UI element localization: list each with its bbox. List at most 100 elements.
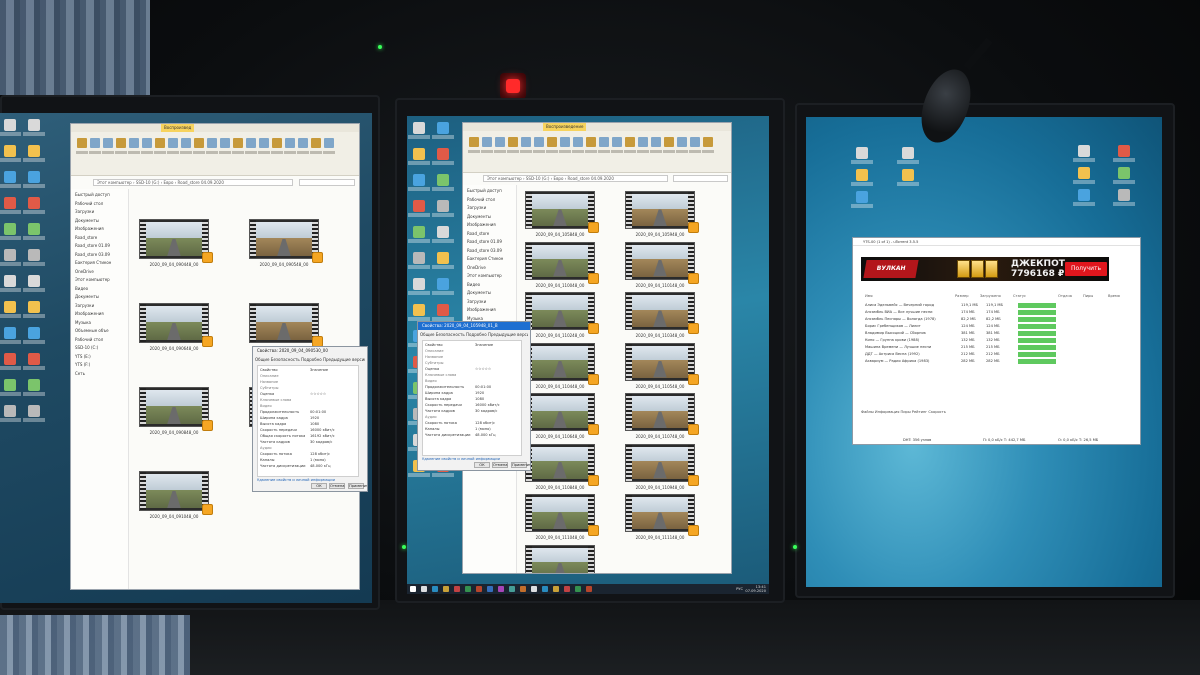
video-thumbnail[interactable]	[625, 443, 699, 486]
nav-item[interactable]: Сеть	[75, 371, 85, 376]
ribbon-button-icon[interactable]	[142, 138, 152, 148]
ribbon-button-icon[interactable]	[272, 138, 282, 148]
desktop-shortcut-icon[interactable]	[856, 191, 868, 203]
ribbon-button-icon[interactable]	[298, 138, 308, 148]
nav-item[interactable]: Загрузки	[75, 303, 94, 308]
nav-item[interactable]: Изображения	[467, 307, 496, 312]
video-thumbnail[interactable]	[625, 241, 699, 284]
nav-item[interactable]: YTS (E:)	[75, 354, 91, 359]
video-thumbnail[interactable]	[139, 471, 213, 515]
ribbon-button-icon[interactable]	[311, 138, 321, 148]
taskbar-app-icon[interactable]	[443, 586, 449, 592]
video-thumbnail[interactable]	[625, 494, 699, 536]
desktop-shortcut-icon[interactable]	[413, 148, 425, 160]
nav-item[interactable]: Загрузки	[75, 209, 94, 214]
torrent-row[interactable]: Борис Гребенщиков — Лилит 124 МБ 124 МБ	[861, 323, 1136, 330]
nav-item[interactable]: Документы	[467, 214, 491, 219]
desktop-shortcut-icon[interactable]	[437, 252, 449, 264]
desktop-shortcut-icon[interactable]	[4, 379, 16, 391]
desktop-shortcut-icon[interactable]	[1118, 145, 1130, 157]
desktop-shortcut-icon[interactable]	[28, 405, 40, 417]
desktop-shortcut-icon[interactable]	[4, 353, 16, 365]
taskbar-app-icon[interactable]	[531, 586, 537, 592]
ribbon-button-icon[interactable]	[521, 137, 531, 147]
video-thumbnail[interactable]	[525, 443, 599, 486]
desktop-shortcut-icon[interactable]	[4, 145, 16, 157]
video-thumbnail[interactable]	[249, 219, 323, 263]
get-bonus-button[interactable]: Получить	[1065, 262, 1107, 276]
ribbon-button-icon[interactable]	[469, 137, 479, 147]
ribbon-button-icon[interactable]	[259, 138, 269, 148]
ribbon-button-icon[interactable]	[534, 137, 544, 147]
desktop-shortcut-icon[interactable]	[4, 223, 16, 235]
nav-item[interactable]: Road_store 03.09	[75, 252, 110, 257]
ribbon-button-icon[interactable]	[324, 138, 334, 148]
video-thumbnail[interactable]	[139, 303, 213, 347]
ribbon-button-icon[interactable]	[547, 137, 557, 147]
taskbar-app-icon[interactable]	[421, 586, 427, 592]
video-thumbnail[interactable]	[525, 393, 599, 435]
tab-playback[interactable]: Воспроизведение	[543, 123, 587, 131]
desktop-shortcut-icon[interactable]	[413, 226, 425, 238]
desktop-shortcut-icon[interactable]	[413, 278, 425, 290]
desktop-shortcut-icon[interactable]	[437, 148, 449, 160]
nav-item[interactable]: Рабочий стол	[467, 197, 495, 202]
ad-banner[interactable]: ВУЛКАН ДЖЕКПОТ 7796168 ₽ Получить	[861, 257, 1109, 281]
ribbon-button-icon[interactable]	[703, 137, 713, 147]
desktop-shortcut-icon[interactable]	[4, 119, 16, 131]
apply-button[interactable]: Применить	[511, 462, 530, 468]
taskbar-app-icon[interactable]	[432, 586, 438, 592]
start-icon[interactable]	[410, 586, 416, 592]
torrent-row[interactable]: Алиса Эдельвейс — Вечерний город 119,1 МБ…	[861, 302, 1136, 309]
desktop-shortcut-icon[interactable]	[28, 223, 40, 235]
dialog-tabs[interactable]: Общие Безопасность Подробно Предыдущие в…	[255, 356, 365, 363]
desktop-shortcut-icon[interactable]	[413, 122, 425, 134]
desktop-shortcut-icon[interactable]	[437, 304, 449, 316]
properties-dialog-center[interactable]: Свойства: 2020_09_04_105948_01_B Общие Б…	[417, 321, 531, 471]
ribbon-button-icon[interactable]	[586, 137, 596, 147]
ribbon-button-icon[interactable]	[677, 137, 687, 147]
video-thumbnail[interactable]	[249, 303, 323, 347]
tray-date[interactable]: 07.09.2020	[745, 589, 766, 593]
desktop-shortcut-icon[interactable]	[856, 169, 868, 181]
desktop-shortcut-icon[interactable]	[856, 147, 868, 159]
torrent-row[interactable]: Ансамбль Песняры — Вологда (1978) 82,2 МБ…	[861, 316, 1136, 323]
torrent-row[interactable]: Машина Времени — Лучшие песни 215 МБ 215 М…	[861, 344, 1136, 351]
nav-item[interactable]: Документы	[75, 294, 99, 299]
ribbon-button-icon[interactable]	[638, 137, 648, 147]
nav-item[interactable]: OneDrive	[75, 269, 94, 274]
remove-properties-link[interactable]: Удаление свойств и личной информации	[257, 478, 335, 482]
desktop-shortcut-icon[interactable]	[4, 275, 16, 287]
nav-item[interactable]: Видео	[75, 286, 88, 291]
column-header[interactable]: Загружено	[980, 293, 1001, 300]
ribbon-button-icon[interactable]	[599, 137, 609, 147]
taskbar-app-icon[interactable]	[542, 586, 548, 592]
nav-item[interactable]: Рабочий стол	[75, 337, 103, 342]
column-header[interactable]: Размер	[955, 293, 968, 300]
nav-item[interactable]: Музыка	[75, 320, 91, 325]
remove-properties-link[interactable]: Удаление свойств и личной информации	[422, 457, 500, 461]
nav-item[interactable]: Изображения	[467, 222, 496, 227]
ribbon-button-icon[interactable]	[103, 138, 113, 148]
ribbon-button-icon[interactable]	[77, 138, 87, 148]
nav-item[interactable]: Изображения	[75, 311, 104, 316]
column-header[interactable]: Отдача	[1058, 293, 1072, 300]
ribbon-button-icon[interactable]	[285, 138, 295, 148]
nav-item[interactable]: Этот компьютер	[75, 277, 110, 282]
address-bar[interactable]: Этот компьютер › SSD-10 (G:) › Евро › Ro…	[483, 175, 668, 182]
ribbon-button-icon[interactable]	[612, 137, 622, 147]
torrent-row[interactable]: ДДТ — Актриса Весна (1992) 212 МБ 212 МБ	[861, 351, 1136, 358]
desktop-shortcut-icon[interactable]	[4, 301, 16, 313]
ribbon-button-icon[interactable]	[625, 137, 635, 147]
torrent-row[interactable]: Ансамбль ВИА — Все лучшие песни 174 МБ 174…	[861, 309, 1136, 316]
torrent-row[interactable]: Кино — Группа крови (1988) 132 МБ 132 МБ	[861, 337, 1136, 344]
nav-item[interactable]: Road_store 01.09	[467, 239, 502, 244]
nav-item[interactable]: Road_store	[75, 235, 97, 240]
tab-playback[interactable]: Воспроизвед	[161, 124, 195, 132]
video-thumbnail[interactable]	[525, 544, 595, 573]
desktop-shortcut-icon[interactable]	[1078, 145, 1090, 157]
desktop-shortcut-icon[interactable]	[1118, 167, 1130, 179]
torrent-client-window[interactable]: YTS-00 (1 of 1) - uTorrent 3.5.5 ВУЛКАН …	[852, 237, 1141, 445]
nav-item[interactable]: Музыка	[467, 316, 483, 321]
column-header[interactable]: Имя	[865, 293, 873, 300]
